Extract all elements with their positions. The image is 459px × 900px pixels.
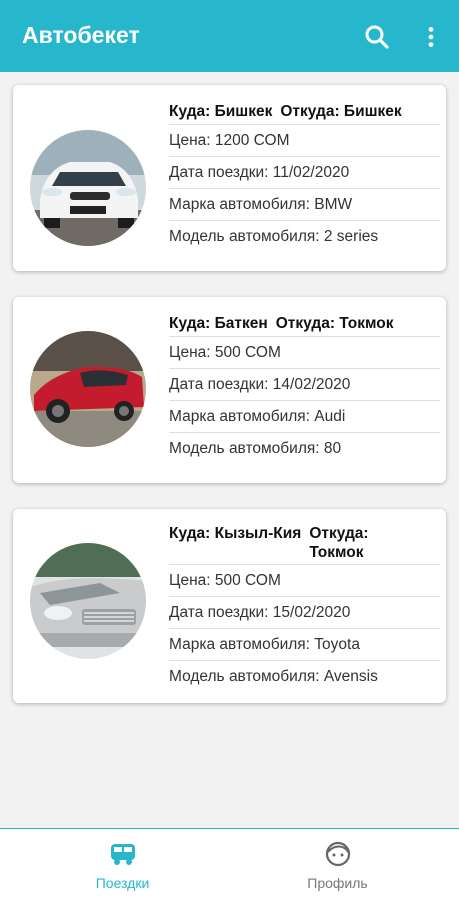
car-model-text: Модель автомобиля: 2 series <box>169 220 440 252</box>
trip-card[interactable]: Куда: Баткен Откуда: Токмок Цена: 500 СО… <box>13 297 446 483</box>
destination-label: Куда: Бишкек <box>169 103 273 120</box>
trip-date-text: Дата поездки: 14/02/2020 <box>169 368 440 400</box>
trip-route: Куда: Кызыл-Кия Откуда: Токмок <box>169 524 440 564</box>
destination-label: Куда: Кызыл-Кия <box>169 525 302 542</box>
car-brand-text: Марка автомобиля: Audi <box>169 400 440 432</box>
trip-route: Куда: Баткен Откуда: Токмок <box>169 314 440 336</box>
bottom-navigation: Поездки Профиль <box>0 828 459 900</box>
nav-label-trips: Поездки <box>95 875 150 891</box>
car-photo <box>30 331 146 447</box>
car-model-text: Модель автомобиля: 80 <box>169 432 440 464</box>
face-icon <box>324 841 352 867</box>
destination-label: Куда: Баткен <box>169 315 268 332</box>
car-brand-text: Марка автомобиля: BMW <box>169 188 440 220</box>
price-text: Цена: 500 СОМ <box>169 336 440 368</box>
trip-details: Куда: Бишкек Откуда: Бишкек Цена: 1200 С… <box>169 102 440 252</box>
origin-label: Откуда: Бишкек <box>280 103 402 120</box>
app-bar: Автобекет <box>0 0 459 72</box>
car-model-text: Модель автомобиля: Avensis <box>169 660 440 692</box>
trip-card[interactable]: Куда: Кызыл-Кия Откуда: Токмок Цена: 500… <box>13 509 446 703</box>
origin-label: Откуда: Токмок <box>275 315 394 332</box>
nav-label-profile: Профиль <box>307 875 368 891</box>
search-icon[interactable] <box>362 22 392 52</box>
price-text: Цена: 1200 СОМ <box>169 124 440 156</box>
origin-label: Откуда: Токмок <box>309 525 369 561</box>
more-vert-icon[interactable] <box>418 22 444 52</box>
trip-card[interactable]: Куда: Бишкек Откуда: Бишкек Цена: 1200 С… <box>13 85 446 271</box>
trip-date-text: Дата поездки: 15/02/2020 <box>169 596 440 628</box>
trip-details: Куда: Кызыл-Кия Откуда: Токмок Цена: 500… <box>169 524 440 692</box>
car-brand-text: Марка автомобиля: Toyota <box>169 628 440 660</box>
nav-item-trips[interactable]: Поездки <box>8 829 237 900</box>
price-text: Цена: 500 СОМ <box>169 564 440 596</box>
trip-route: Куда: Бишкек Откуда: Бишкек <box>169 102 440 124</box>
app-title: Автобекет <box>22 22 140 48</box>
car-photo <box>30 543 146 659</box>
bus-icon <box>109 841 137 867</box>
nav-item-profile[interactable]: Профиль <box>223 829 452 900</box>
car-photo <box>30 130 146 246</box>
trip-details: Куда: Баткен Откуда: Токмок Цена: 500 СО… <box>169 314 440 464</box>
trip-date-text: Дата поездки: 11/02/2020 <box>169 156 440 188</box>
